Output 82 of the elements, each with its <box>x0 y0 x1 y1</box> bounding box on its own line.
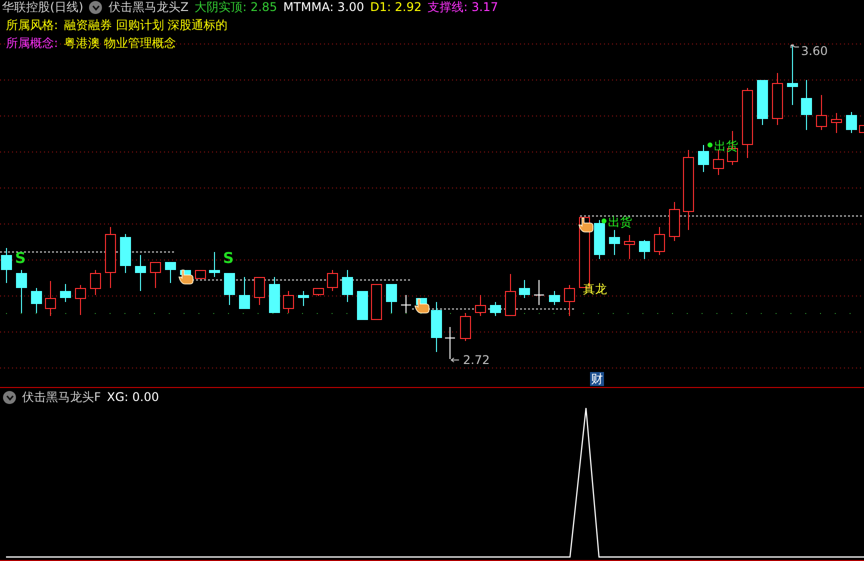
signal-dot-icon <box>602 218 606 224</box>
candlestick <box>846 112 857 134</box>
candlestick <box>283 290 294 314</box>
signal-label: S <box>15 249 26 267</box>
candlestick <box>742 88 753 158</box>
candlestick <box>16 270 27 314</box>
candlestick <box>224 272 235 306</box>
indicator-name: 伏击黑马龙头F <box>22 390 101 405</box>
candlestick <box>298 290 309 306</box>
indicator-value: 大阴实顶: 2.85 <box>194 0 278 15</box>
candlestick <box>831 112 842 134</box>
candlestick <box>444 326 456 360</box>
collapse-button[interactable] <box>89 1 102 14</box>
hand-pointer-icon <box>578 218 594 232</box>
candlestick <box>624 234 635 260</box>
price-label: 2.72 <box>463 353 490 367</box>
signal-label: S <box>223 249 234 267</box>
candlestick <box>45 280 56 316</box>
candlestick <box>386 284 397 314</box>
candlestick <box>209 252 220 278</box>
indicator-value: XG: 0.00 <box>106 390 160 405</box>
candlestick <box>594 220 605 260</box>
signal-dot-icon <box>708 142 712 148</box>
candlestick <box>342 270 353 302</box>
candlestick <box>505 274 516 316</box>
candlestick <box>90 270 101 296</box>
candlestick <box>431 302 442 352</box>
candlestick <box>135 254 146 292</box>
info-value: 粤港澳 物业管理概念 <box>64 36 176 51</box>
candlestick <box>534 280 544 306</box>
candlestick <box>400 294 412 314</box>
candlestick <box>239 276 250 310</box>
candlestick <box>313 288 324 296</box>
candlestick <box>327 270 338 292</box>
finance-badge[interactable]: 财 <box>590 372 604 386</box>
candlestick <box>254 276 265 306</box>
hand-pointer-icon <box>178 270 194 284</box>
hand-pointer-icon <box>414 298 430 314</box>
candlestick <box>713 150 724 176</box>
indicator-value: MTMMA: 3.00 <box>283 0 364 15</box>
candlestick <box>371 284 382 320</box>
stock-title: 华联控股(日线) <box>2 0 84 15</box>
candlestick <box>269 276 280 314</box>
candlestick <box>609 230 620 256</box>
indicator-name: 伏击黑马龙头Z <box>108 0 189 15</box>
chevron-down-icon <box>6 394 14 400</box>
leader-line <box>790 44 800 48</box>
info-value: 融资融券 回购计划 深股通标的 <box>64 18 228 33</box>
candlestick <box>195 270 206 280</box>
candlestick <box>357 290 368 320</box>
candlestick <box>549 290 560 306</box>
candlestick <box>165 262 176 284</box>
price-label: 3.60 <box>801 44 828 58</box>
candlestick <box>519 280 530 298</box>
candlestick <box>801 80 812 130</box>
candlestick <box>654 226 665 256</box>
candlestick <box>60 284 71 302</box>
candlestick <box>669 202 680 242</box>
candlestick <box>787 44 798 106</box>
candlestick <box>564 284 575 316</box>
chevron-down-icon <box>92 4 100 10</box>
sell-label: 出货 <box>608 215 632 229</box>
candlestick <box>150 262 161 288</box>
indicator-value: 支撑线: 3.17 <box>428 0 498 15</box>
candlestick <box>75 284 86 316</box>
candlestick <box>698 144 709 172</box>
info-label: 所属概念: <box>6 36 58 51</box>
leader-line <box>450 358 460 362</box>
candlestick <box>816 94 827 130</box>
candlestick <box>1 248 12 284</box>
collapse-button[interactable] <box>3 391 16 404</box>
indicator-value: D1: 2.92 <box>370 0 422 15</box>
candlestick <box>120 234 131 274</box>
candlestick <box>460 312 471 342</box>
candlestick <box>105 226 116 288</box>
candlestick <box>772 72 783 126</box>
candlestick <box>639 240 650 260</box>
candlestick <box>757 80 768 126</box>
candlestick <box>475 294 486 316</box>
candlestick <box>31 288 42 314</box>
candlestick <box>490 302 501 316</box>
info-label: 所属风格: <box>6 18 58 33</box>
